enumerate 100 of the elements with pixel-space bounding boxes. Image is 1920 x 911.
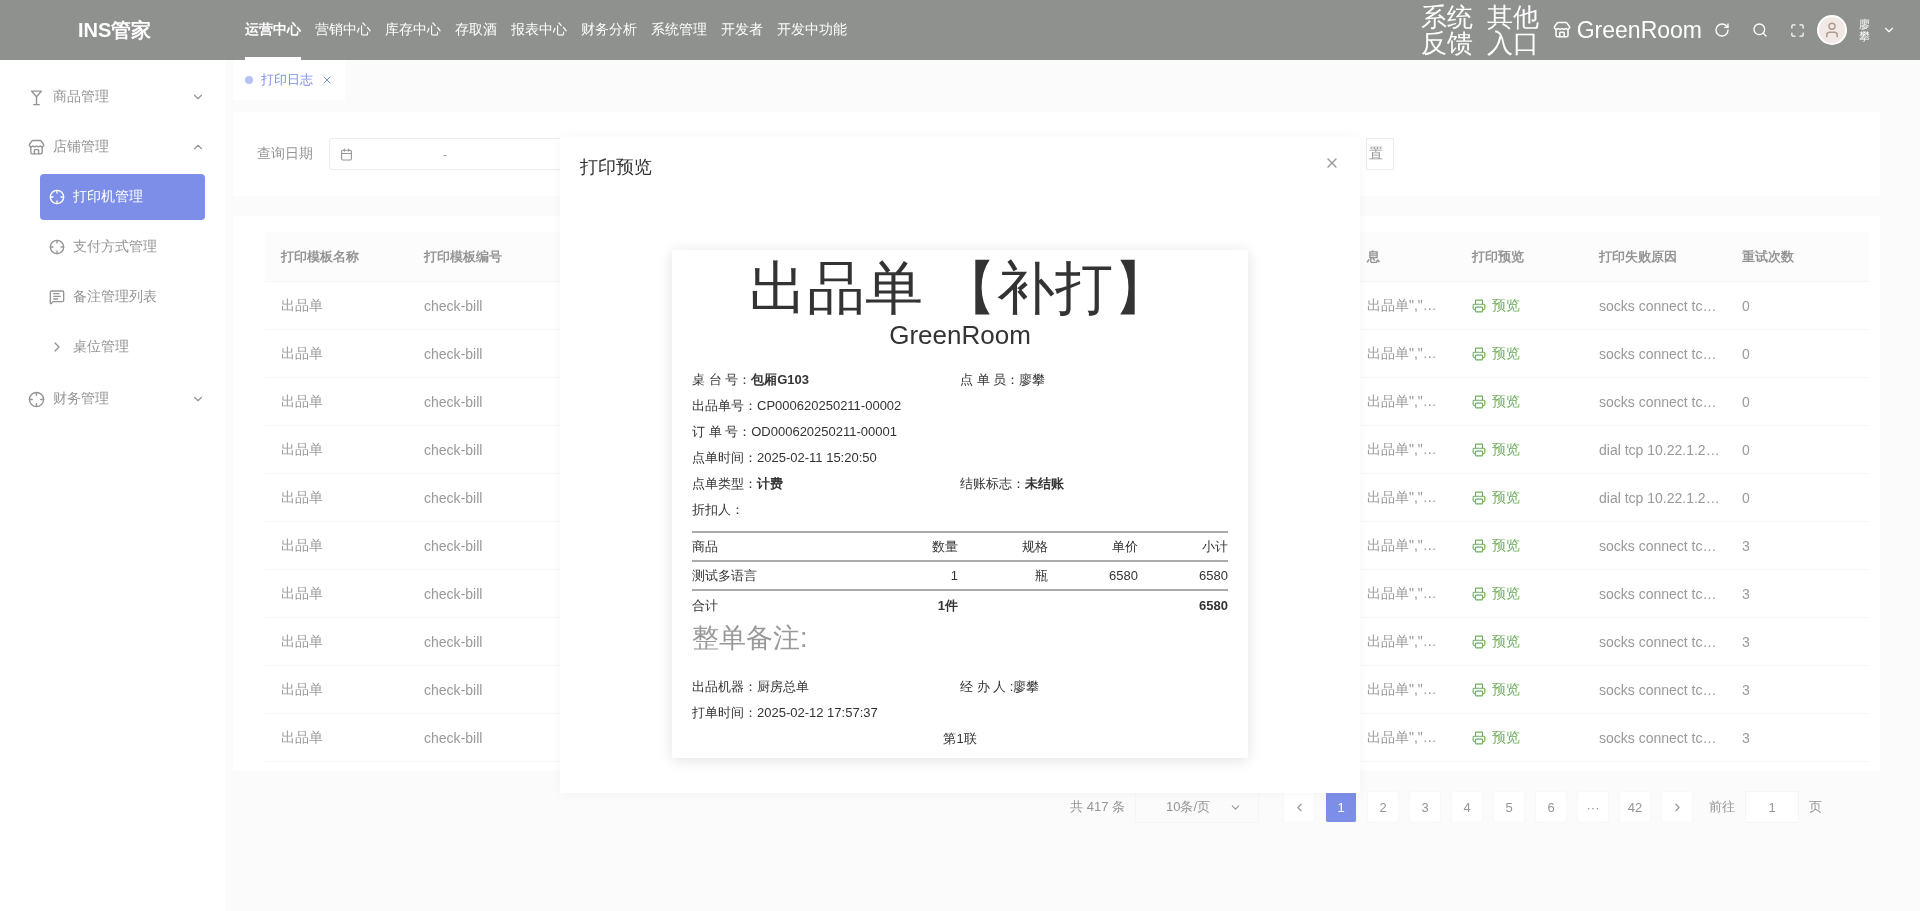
table-cell: check-bill: [424, 393, 483, 410]
table-cell: 出品单: [281, 536, 323, 555]
receipt-field: 出品单号：CP000620250211-00002: [692, 397, 960, 415]
nav-tab[interactable]: 存取酒: [455, 0, 497, 60]
table-cell: 出品单","…: [1367, 632, 1437, 651]
field-label: 查询日期: [257, 145, 313, 163]
preview-link[interactable]: 预览: [1472, 632, 1520, 651]
table-cell: socks connect tc…: [1599, 633, 1717, 650]
receipt-column-header: 商品: [692, 537, 718, 556]
nav-tab[interactable]: 报表中心: [511, 0, 567, 60]
printer-icon: [1472, 538, 1486, 553]
reset-button[interactable]: 置: [1366, 138, 1394, 170]
nav-tab[interactable]: 营销中心: [315, 0, 371, 60]
page-button[interactable]: 2: [1367, 791, 1399, 823]
printer-icon: [1472, 682, 1486, 697]
nav-tab[interactable]: 库存中心: [385, 0, 441, 60]
page-suffix: 页: [1809, 798, 1822, 816]
tab-dot: [245, 76, 253, 84]
receipt-cell: 瓶: [1035, 566, 1048, 585]
nav-tab[interactable]: 开发中功能: [777, 0, 847, 60]
sidebar-item[interactable]: 财务管理: [0, 374, 225, 424]
total-quantity: 1件: [937, 596, 958, 615]
page-button[interactable]: 42: [1619, 791, 1651, 823]
page-button[interactable]: ···: [1577, 791, 1609, 823]
nav-tab[interactable]: 开发者: [721, 0, 763, 60]
sidebar-subitem[interactable]: 打印机管理: [40, 174, 205, 220]
table-cell: 出品单: [281, 584, 323, 603]
page-button[interactable]: 1: [1325, 791, 1357, 823]
close-icon[interactable]: [321, 74, 333, 86]
receipt-field: 点单时间：2025-02-11 15:20:50: [692, 449, 960, 467]
table-cell: check-bill: [424, 489, 483, 506]
table-cell: check-bill: [424, 585, 483, 602]
table-cell: 出品单: [281, 296, 323, 315]
receipt-column-header: 单价: [1112, 537, 1138, 556]
preview-link[interactable]: 预览: [1472, 440, 1520, 459]
avatar[interactable]: [1817, 15, 1847, 45]
table-cell: 出品单","…: [1367, 680, 1437, 699]
table-cell: 3: [1742, 585, 1750, 602]
sidebar-subitem[interactable]: 支付方式管理: [40, 224, 205, 270]
table-cell: socks connect tc…: [1599, 345, 1717, 362]
sidebar-item[interactable]: 商品管理: [0, 72, 225, 122]
table-cell: 出品单: [281, 488, 323, 507]
table-cell: check-bill: [424, 729, 483, 746]
nav-tab[interactable]: 财务分析: [581, 0, 637, 60]
preview-link[interactable]: 预览: [1472, 488, 1520, 507]
table-cell: 出品单: [281, 632, 323, 651]
table-cell: check-bill: [424, 537, 483, 554]
preview-link[interactable]: 预览: [1472, 392, 1520, 411]
printer-icon: [1472, 730, 1486, 745]
top-link[interactable]: 系统反馈: [1420, 4, 1475, 56]
sidebar-item[interactable]: 店铺管理: [0, 122, 225, 172]
preview-link[interactable]: 预览: [1472, 344, 1520, 363]
receipt-cell: 6580: [1199, 568, 1228, 583]
sidebar-subitem[interactable]: 桌位管理: [40, 324, 205, 370]
sidebar-item-label: 打印机管理: [73, 188, 143, 206]
page-button[interactable]: 3: [1409, 791, 1441, 823]
menu-icon: [28, 88, 45, 106]
printer-icon: [1472, 634, 1486, 649]
sidebar-subitem[interactable]: 备注管理列表: [40, 274, 205, 320]
table-cell: 3: [1742, 681, 1750, 698]
preview-link[interactable]: 预览: [1472, 296, 1520, 315]
fullscreen-icon[interactable]: [1790, 22, 1805, 38]
total-count: 共 417 条: [1070, 798, 1125, 816]
nav-tab[interactable]: 系统管理: [651, 0, 707, 60]
store-icon: [1552, 21, 1571, 39]
top-link[interactable]: 其他入口: [1486, 4, 1541, 56]
table-cell: 0: [1742, 297, 1750, 314]
printer-icon: [1472, 298, 1486, 313]
table-cell: 出品单","…: [1367, 584, 1437, 603]
table-cell: 0: [1742, 489, 1750, 506]
refresh-icon[interactable]: [1714, 22, 1730, 38]
menu-icon: [49, 239, 65, 255]
sidebar-item-label: 备注管理列表: [73, 288, 157, 306]
goto-page-input[interactable]: 1: [1745, 791, 1799, 823]
menu-icon: [49, 289, 65, 305]
sidebar-item-label: 支付方式管理: [73, 238, 157, 256]
store-switcher[interactable]: GreenRoom: [1552, 16, 1702, 44]
preview-link[interactable]: 预览: [1472, 728, 1520, 747]
preview-link[interactable]: 预览: [1472, 680, 1520, 699]
table-cell: socks connect tc…: [1599, 729, 1717, 746]
app-logo: INS管家: [78, 17, 153, 43]
table-cell: socks connect tc…: [1599, 537, 1717, 554]
page-tab[interactable]: 打印日志: [233, 60, 345, 100]
page-button[interactable]: 6: [1535, 791, 1567, 823]
table-cell: 出品单","…: [1367, 440, 1437, 459]
receipt-field: 订 单 号：OD000620250211-00001: [692, 423, 960, 441]
table-cell: 出品单: [281, 392, 323, 411]
page-button[interactable]: 5: [1493, 791, 1525, 823]
receipt-cell: 测试多语言: [692, 566, 757, 585]
table-cell: check-bill: [424, 297, 483, 314]
page-button[interactable]: 4: [1451, 791, 1483, 823]
table-cell: dial tcp 10.22.1.2…: [1599, 441, 1720, 458]
receipt-field: 打单时间：2025-02-12 17:57:37: [692, 704, 960, 722]
receipt-field: 折扣人：: [692, 501, 960, 519]
sidebar-item-label: 桌位管理: [73, 338, 129, 356]
search-icon[interactable]: [1752, 22, 1768, 38]
table-cell: socks connect tc…: [1599, 393, 1717, 410]
table-cell: 出品单: [281, 440, 323, 459]
preview-link[interactable]: 预览: [1472, 536, 1520, 555]
preview-link[interactable]: 预览: [1472, 584, 1520, 603]
